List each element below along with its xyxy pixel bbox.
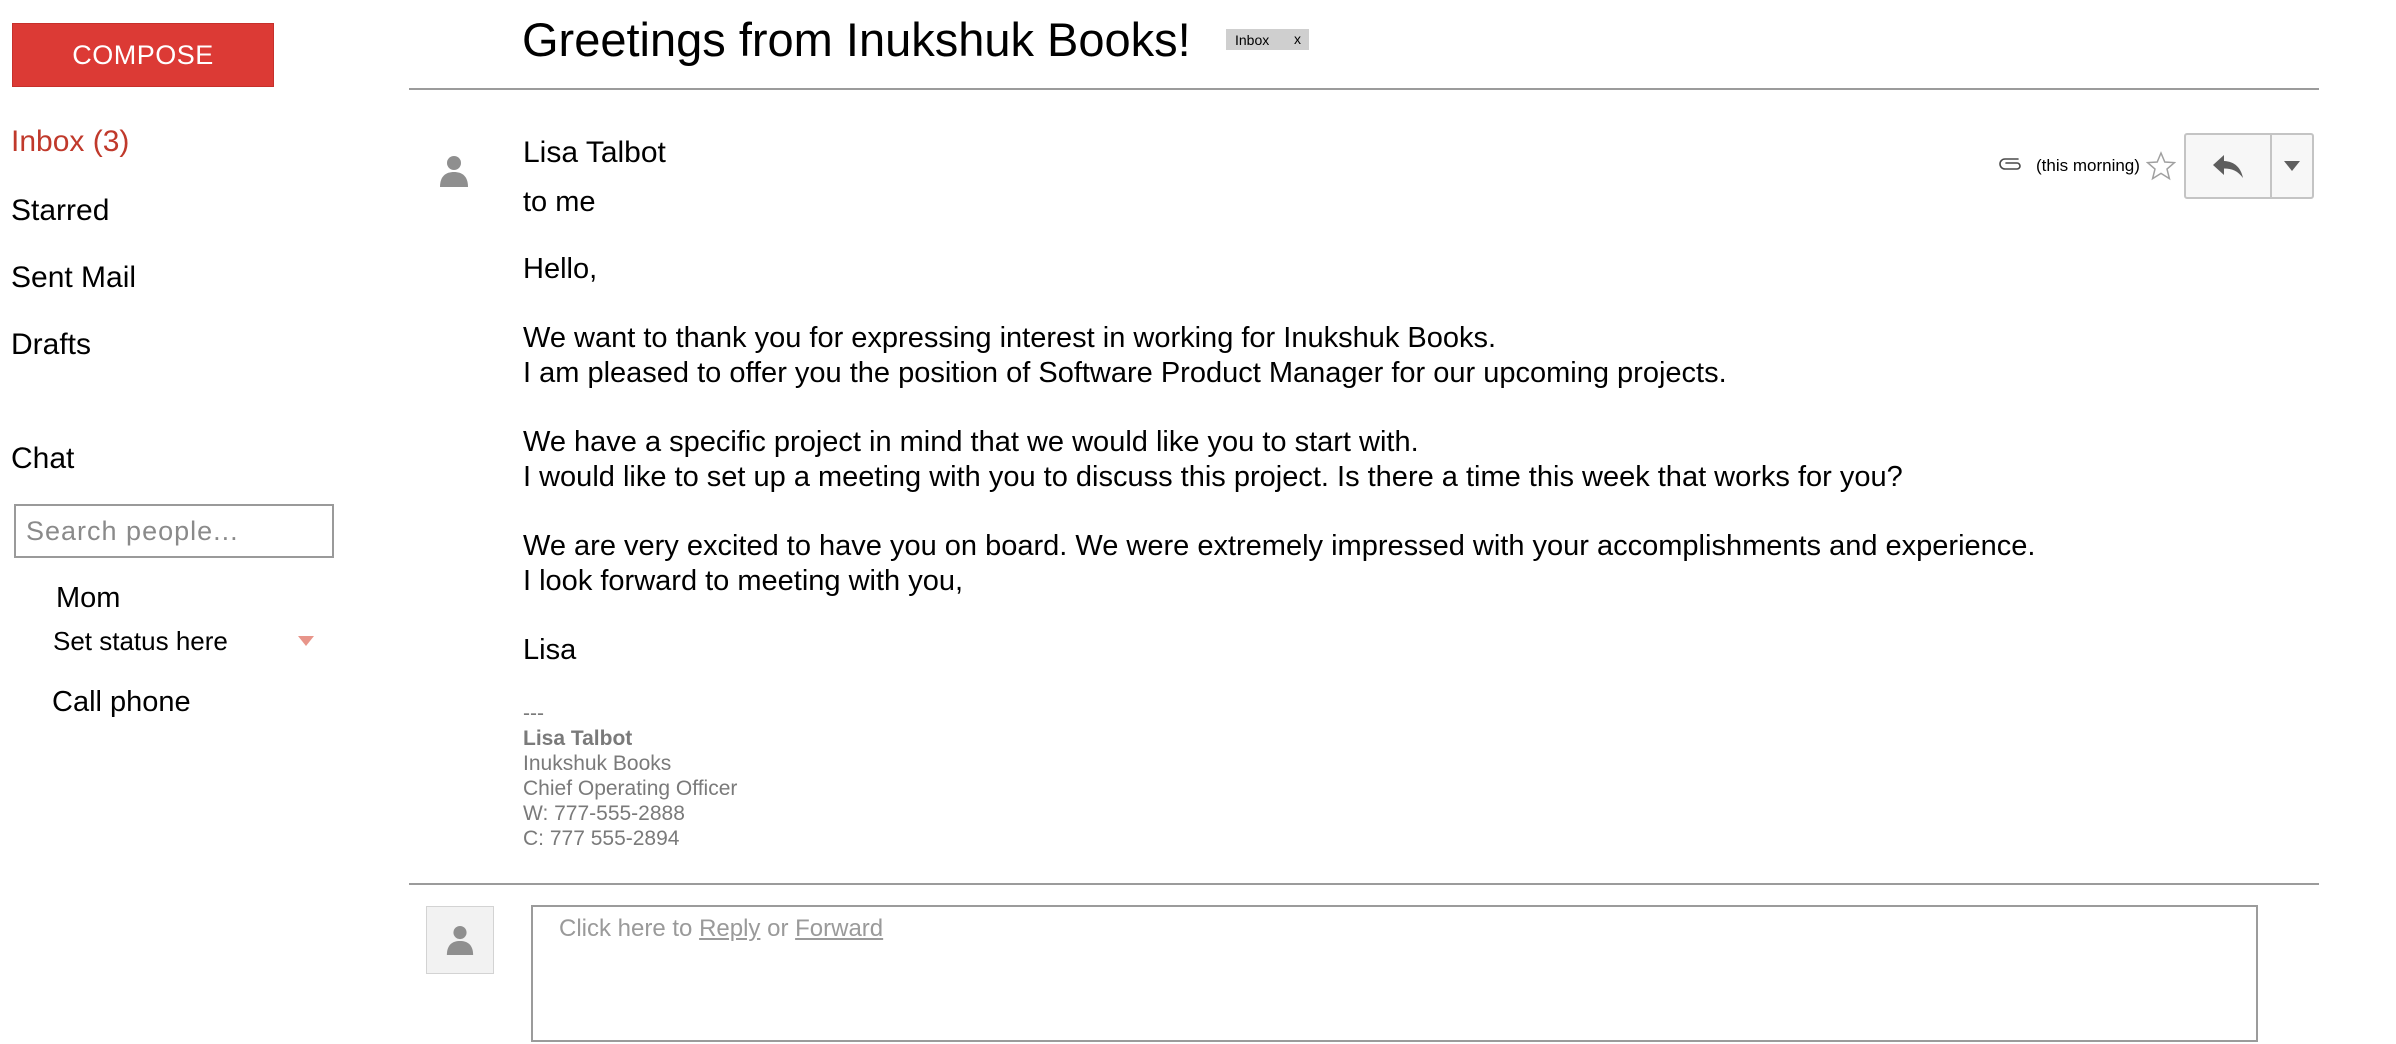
reply-box[interactable]: Click here to Reply or Forward [531, 905, 2258, 1042]
body-line: I am pleased to offer you the position o… [523, 357, 1727, 389]
signature-name: Lisa Talbot [523, 727, 633, 750]
search-people-input[interactable] [14, 504, 334, 558]
reply-button[interactable] [2186, 135, 2272, 197]
body-signoff: Lisa [523, 634, 577, 666]
reply-link[interactable]: Reply [699, 915, 760, 942]
paperclip-icon [1999, 158, 2021, 170]
reply-arrow-icon [2213, 155, 2243, 178]
body-line: I would like to set up a meeting with yo… [523, 461, 1903, 493]
body-line: I look forward to meeting with you, [523, 565, 964, 597]
status-dropdown-icon[interactable] [298, 636, 314, 646]
sender-name: Lisa Talbot [523, 136, 666, 169]
more-actions-button[interactable] [2272, 135, 2312, 197]
nav-starred[interactable]: Starred [11, 194, 109, 228]
message-timestamp: (this morning) [2036, 156, 2140, 175]
signature-work-phone: W: 777-555-2888 [523, 802, 685, 825]
nav-inbox[interactable]: Inbox (3) [11, 125, 129, 159]
reply-prompt-or: or [760, 915, 796, 942]
nav-drafts[interactable]: Drafts [11, 328, 91, 362]
sender-avatar-icon [440, 156, 468, 187]
signature-title: Chief Operating Officer [523, 777, 738, 800]
nav-sent-mail[interactable]: Sent Mail [11, 261, 136, 295]
reply-prompt: Click here to Reply or Forward [559, 915, 883, 943]
forward-link[interactable]: Forward [795, 915, 883, 942]
header-divider [409, 88, 2319, 90]
signature-cell-phone: C: 777 555-2894 [523, 827, 680, 850]
inbox-label-chip: Inbox x [1226, 29, 1309, 50]
caret-down-icon [2284, 161, 2300, 171]
person-icon [446, 925, 474, 955]
reply-avatar [426, 906, 494, 974]
star-icon[interactable] [2146, 151, 2176, 181]
call-phone-link[interactable]: Call phone [52, 686, 191, 719]
body-line: We have a specific project in mind that … [523, 426, 1419, 458]
recipient-line: to me [523, 186, 596, 218]
chat-contact-mom[interactable]: Mom [56, 582, 120, 615]
signature-separator: --- [523, 702, 544, 725]
label-chip-text: Inbox [1235, 31, 1270, 48]
set-status-text[interactable]: Set status here [53, 626, 228, 657]
body-line: We want to thank you for expressing inte… [523, 322, 1497, 354]
signature-company: Inukshuk Books [523, 752, 672, 775]
email-subject: Greetings from Inukshuk Books! [522, 13, 1191, 66]
compose-button[interactable]: COMPOSE [12, 23, 274, 87]
reply-prompt-text: Click here to [559, 915, 700, 942]
body-line: We are very excited to have you on board… [523, 530, 2036, 562]
message-actions [2184, 133, 2314, 199]
chat-heading: Chat [11, 442, 75, 475]
message-divider [409, 883, 2319, 885]
body-greeting: Hello, [523, 253, 598, 285]
remove-label-button[interactable]: x [1294, 31, 1301, 47]
